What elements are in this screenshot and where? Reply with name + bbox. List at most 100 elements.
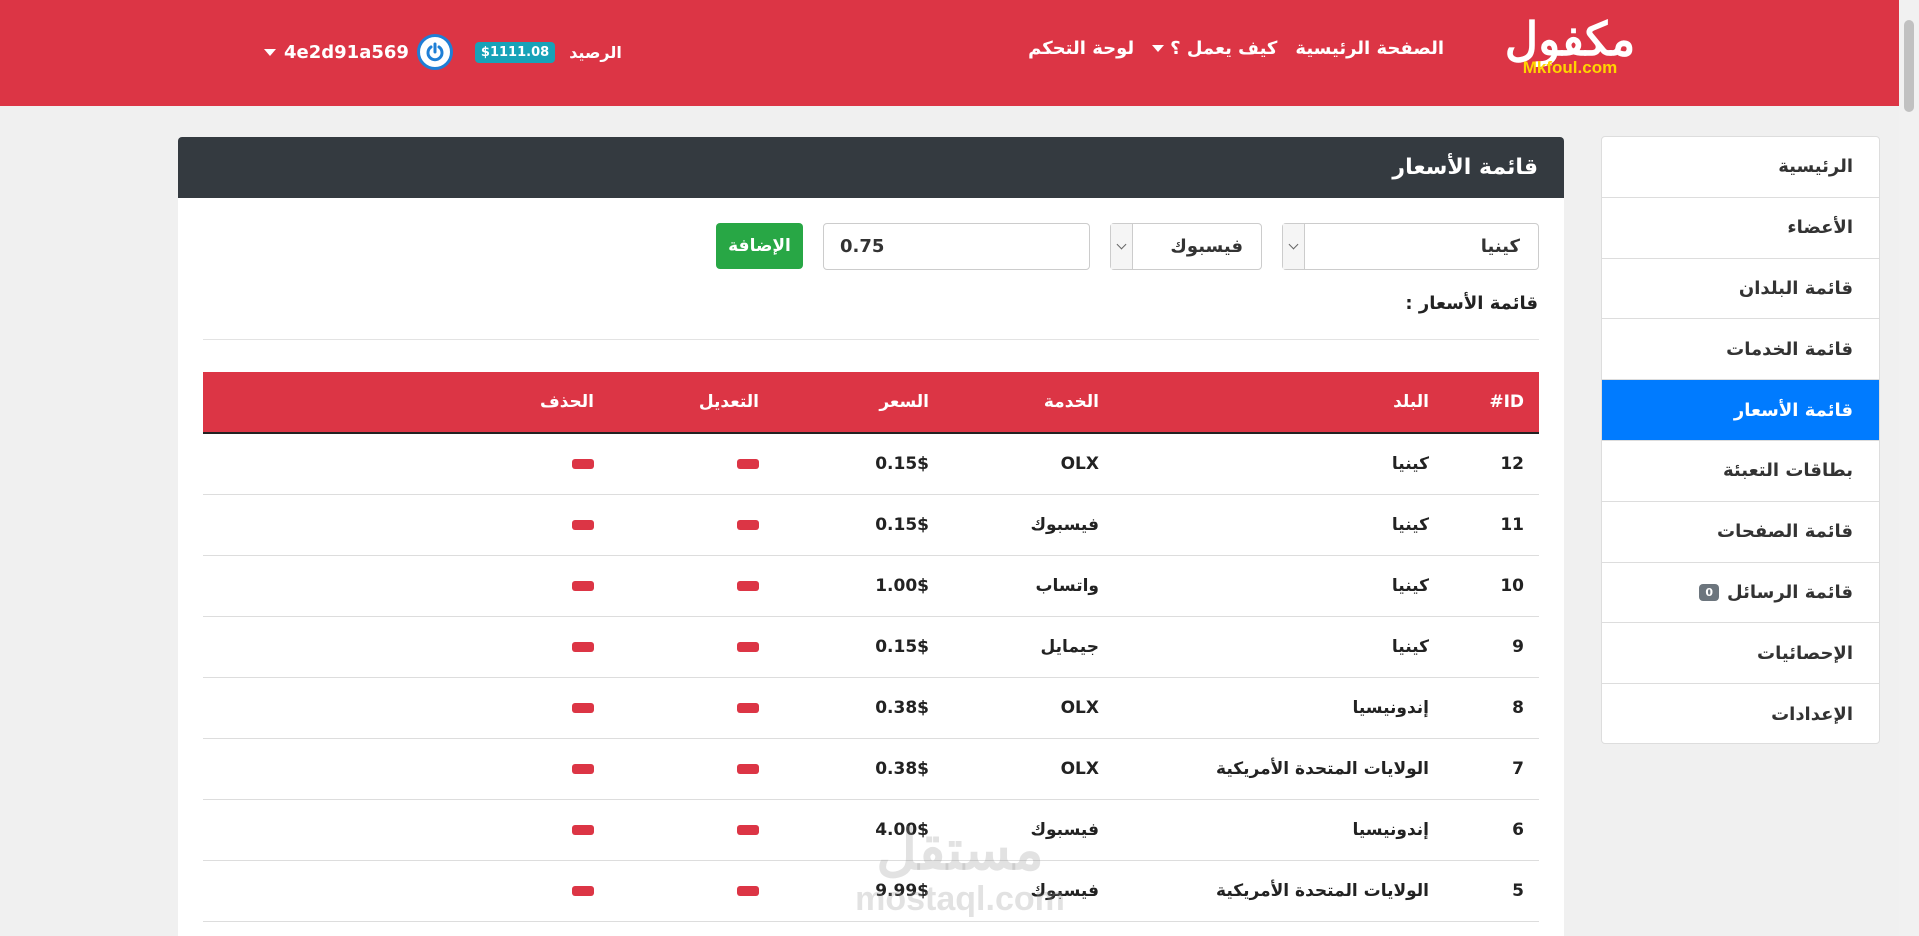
top-navbar: مكفول Mkfoul.com الصفحة الرئيسية كيف يعم… [0, 0, 1899, 106]
edit-button[interactable] [737, 519, 759, 530]
nav-dashboard[interactable]: لوحة التحكم [1028, 38, 1134, 59]
cell-id: 8 [1512, 697, 1524, 718]
delete-button[interactable] [572, 885, 594, 896]
cell-country: إندونيسيا [1352, 819, 1429, 840]
sidebar-item-label: قائمة الصفحات [1717, 521, 1853, 543]
site-logo[interactable]: مكفول Mkfoul.com [1490, 14, 1650, 80]
cell-price: 0.15$ [875, 453, 929, 474]
table-row: 6 إندونيسيا فيسبوك 4.00$ [203, 799, 1539, 860]
list-label: قائمة الأسعار : [1405, 293, 1538, 314]
sidebar-item-recharge-cards[interactable]: بطاقات التعبئة [1602, 441, 1879, 502]
cell-id: 9 [1512, 636, 1524, 657]
cell-price: 0.38$ [875, 758, 929, 779]
country-select[interactable]: كينيا [1282, 223, 1539, 270]
edit-button[interactable] [737, 885, 759, 896]
cell-id: 6 [1512, 819, 1524, 840]
sidebar-item-label: الإعدادات [1771, 704, 1853, 726]
messages-count-badge: 0 [1699, 583, 1720, 601]
sidebar-item-countries[interactable]: قائمة البلدان [1602, 259, 1879, 320]
table-row: 12 كينيا OLX 0.15$ [203, 433, 1539, 494]
scrollbar-thumb[interactable] [1904, 20, 1914, 112]
cell-service: فيسبوك [1030, 880, 1099, 901]
cell-country: كينيا [1391, 514, 1429, 535]
edit-button[interactable] [737, 702, 759, 713]
page-scrollbar[interactable] [1899, 0, 1919, 936]
cell-service: واتساب [1035, 575, 1099, 596]
sidebar-item-members[interactable]: الأعضاء [1602, 198, 1879, 259]
sidebar-item-statistics[interactable]: الإحصائيات [1602, 623, 1879, 685]
sidebar-item-label: قائمة الرسائل [1727, 581, 1853, 603]
cell-service: OLX [1060, 697, 1099, 718]
sidebar-item-services[interactable]: قائمة الخدمات [1602, 319, 1879, 381]
delete-button[interactable] [572, 641, 594, 652]
service-select[interactable]: فيسبوك [1110, 223, 1262, 270]
sidebar-item-label: قائمة الأسعار [1733, 399, 1853, 421]
cell-service: فيسبوك [1030, 819, 1099, 840]
cell-price: 4.00$ [875, 819, 929, 840]
chevron-down-icon [1283, 224, 1305, 269]
cell-country: كينيا [1391, 453, 1429, 474]
service-select-value: فيسبوك [1170, 236, 1243, 257]
cell-service: OLX [1060, 758, 1099, 779]
panel-title: قائمة الأسعار [178, 137, 1564, 198]
main-nav: الصفحة الرئيسية كيف يعمل ؟ لوحة التحكم [1028, 38, 1444, 59]
sidebar-item-label: قائمة البلدان [1738, 277, 1853, 299]
edit-button[interactable] [737, 763, 759, 774]
sidebar-item-prices[interactable]: قائمة الأسعار [1602, 380, 1879, 441]
delete-button[interactable] [572, 824, 594, 835]
cell-id: 11 [1500, 514, 1524, 535]
sidebar-item-label: الأعضاء [1787, 217, 1853, 239]
cell-id: 10 [1500, 575, 1524, 596]
cell-country: كينيا [1391, 636, 1429, 657]
header-price: السعر [759, 372, 929, 434]
table-row: 7 الولايات المتحدة الأمريكية OLX 0.38$ [203, 738, 1539, 799]
sidebar: الرئيسية الأعضاء قائمة البلدان قائمة الخ… [1601, 136, 1880, 744]
cell-country: إندونيسيا [1352, 697, 1429, 718]
table-row: 11 كينيا فيسبوك 0.15$ [203, 494, 1539, 555]
sidebar-item-pages[interactable]: قائمة الصفحات [1602, 502, 1879, 563]
header-edit: التعديل [594, 372, 759, 434]
chevron-down-icon [1111, 224, 1133, 269]
cell-country: الولايات المتحدة الأمريكية [1216, 758, 1429, 779]
edit-button[interactable] [737, 824, 759, 835]
sidebar-item-label: بطاقات التعبئة [1723, 460, 1853, 482]
prices-panel: قائمة الأسعار كينيا فيسبوك الإضافة قائمة… [178, 137, 1564, 936]
header-country: البلد [1099, 372, 1429, 434]
header-delete: الحذف [203, 372, 594, 434]
nav-how-it-works[interactable]: كيف يعمل ؟ [1152, 38, 1277, 59]
table-row: 10 كينيا واتساب 1.00$ [203, 555, 1539, 616]
cell-service: جيمايل [1040, 636, 1099, 657]
cell-price: 1.00$ [875, 575, 929, 596]
cell-country: كينيا [1391, 575, 1429, 596]
cell-country: الولايات المتحدة الأمريكية [1216, 880, 1429, 901]
sidebar-item-messages[interactable]: قائمة الرسائل 0 [1602, 563, 1879, 624]
add-button[interactable]: الإضافة [716, 223, 803, 269]
account-menu[interactable]: 4e2d91a569 $1111.08 الرصيد [264, 34, 622, 70]
header-service: الخدمة [929, 372, 1099, 434]
sidebar-item-label: الإحصائيات [1757, 642, 1853, 664]
nav-home[interactable]: الصفحة الرئيسية [1295, 38, 1444, 59]
table-row: 8 إندونيسيا OLX 0.38$ [203, 677, 1539, 738]
cell-service: OLX [1060, 453, 1099, 474]
power-icon[interactable] [416, 34, 453, 70]
delete-button[interactable] [572, 519, 594, 530]
header-id: ID# [1429, 372, 1539, 434]
balance-label: الرصيد [569, 42, 622, 62]
table-row: 9 كينيا جيمايل 0.15$ [203, 616, 1539, 677]
delete-button[interactable] [572, 763, 594, 774]
nav-how-it-works-label: كيف يعمل ؟ [1170, 38, 1278, 59]
delete-button[interactable] [572, 458, 594, 469]
cell-id: 7 [1512, 758, 1524, 779]
price-input[interactable] [823, 223, 1090, 270]
sidebar-item-home[interactable]: الرئيسية [1602, 137, 1879, 198]
cell-service: فيسبوك [1030, 514, 1099, 535]
edit-button[interactable] [737, 458, 759, 469]
delete-button[interactable] [572, 580, 594, 591]
edit-button[interactable] [737, 641, 759, 652]
delete-button[interactable] [572, 702, 594, 713]
country-select-value: كينيا [1480, 236, 1520, 257]
sidebar-item-settings[interactable]: الإعدادات [1602, 684, 1879, 743]
edit-button[interactable] [737, 580, 759, 591]
balance-badge: $1111.08 [474, 41, 556, 63]
chevron-down-icon [1152, 45, 1165, 52]
